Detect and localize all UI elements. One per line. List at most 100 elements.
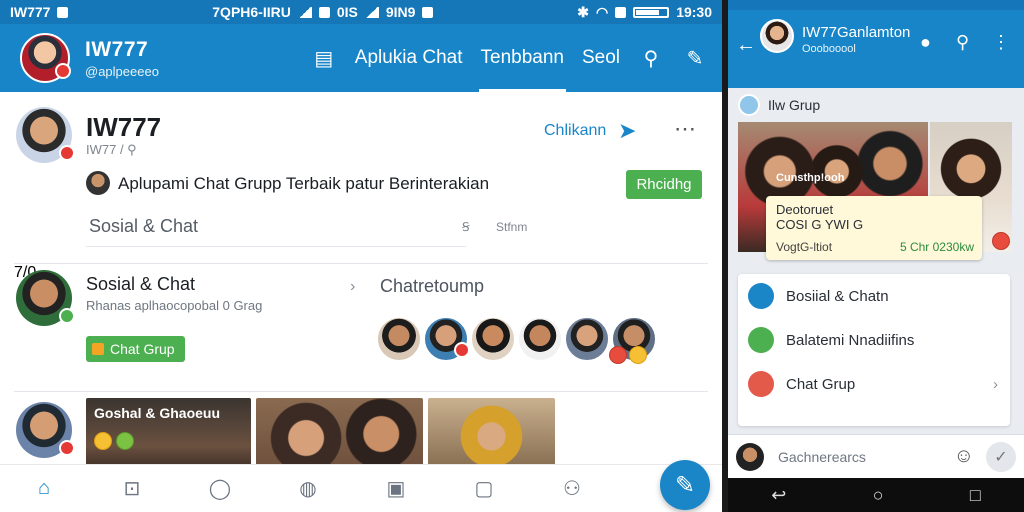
bottom-nav: ⌂ ⊡ ◯ ◍ ▣ ▢ ⚇ (0, 464, 722, 512)
member-avatar[interactable] (470, 316, 516, 362)
card-footer-right: 5 Chr 0230kw (899, 240, 974, 254)
chevron-right-icon[interactable]: › (350, 278, 355, 296)
status-network-text: 7QPH6-IIRU (212, 4, 291, 20)
card-line-1: Deotoruet (776, 202, 834, 217)
explore-icon[interactable]: ◍ (264, 476, 352, 501)
chat-group-chip[interactable]: Chat Grup (86, 336, 185, 362)
app-title: IW777 (85, 37, 149, 61)
member-avatar[interactable] (376, 316, 422, 362)
share-icon[interactable]: ➤ (618, 118, 636, 144)
follow-link[interactable]: Chlikann (544, 122, 606, 140)
menu-item-social-chat[interactable]: Bosiial & Chatn (738, 274, 1010, 318)
group-title[interactable]: Chatretoump (380, 276, 484, 297)
system-back-icon[interactable]: ↩ (771, 485, 786, 506)
post-author-avatar[interactable] (16, 270, 75, 326)
bag-icon[interactable]: ▣ (352, 476, 440, 501)
back-arrow-icon[interactable]: ← (736, 34, 756, 57)
system-home-icon[interactable]: ○ (873, 485, 884, 506)
chat-header: ← IW77Ganlamton Ooobooool ● ⚲ ⋮ (728, 10, 1024, 88)
post-count-b: Stfnm (496, 220, 528, 234)
message-icon[interactable]: ● (920, 32, 931, 53)
compose-fab-icon[interactable]: ✎ (660, 460, 710, 510)
menu-item-notifications[interactable]: Balatemi Nnadiifins (738, 318, 1010, 362)
inbox-icon[interactable]: ⊡ (88, 476, 176, 501)
message-card[interactable]: Deotoruet COSI G YWI G VogtG-ltiot 5 Chr… (766, 196, 982, 260)
post-author-avatar[interactable] (16, 107, 75, 163)
member-avatars[interactable] (376, 316, 657, 364)
mini-avatar (86, 171, 110, 195)
nav-tab-social[interactable]: Seol (582, 24, 620, 92)
more-options-icon[interactable]: ⋯ (674, 116, 696, 142)
chat-icon[interactable]: ◯ (176, 476, 264, 501)
stories-icon[interactable]: ▢ (440, 476, 528, 501)
group-label: Ilw Grup (768, 97, 821, 113)
chevron-right-icon: › (993, 375, 998, 393)
chip-label: Chat Grup (110, 341, 175, 357)
message-compose-bar: Gachnerearcs ☺ ✓ (728, 434, 1024, 478)
chat-menu: Bosiial & Chatn Balatemi Nnadiifins Chat… (738, 274, 1010, 426)
menu-item-chat-group[interactable]: Chat Grup › (738, 362, 1010, 406)
emoji-picker-icon[interactable]: ☺ (954, 445, 974, 468)
profile-icon[interactable]: ⚇ (528, 476, 616, 501)
battery-icon (633, 6, 670, 18)
comment-input[interactable]: Sosial & Chat (86, 207, 466, 247)
system-nav-bar: ↩ ○ □ (728, 478, 1024, 512)
main-app-screen: IW777 7QPH6-IIRU 0IS 9IN9 ✱ ◠ 19:30 IW77… (0, 0, 722, 512)
signal-icon-2 (364, 6, 379, 18)
photo-caption: Goshal & Ghaoeuu (94, 405, 221, 421)
member-avatar[interactable] (517, 316, 563, 362)
feed-post: IW777 IW77 / ⚲ Chlikann ➤ ⋯ Aplupami Cha… (14, 92, 708, 264)
send-icon[interactable]: ✓ (986, 441, 1016, 472)
feed-post: Sosial & Chat Rhanas aplhaocopobal 0 Gra… (14, 264, 708, 392)
status-percent-text: 9IN9 (385, 4, 416, 20)
post-headline: Aplupami Chat Grupp Terbaik patur Berint… (118, 174, 490, 193)
post-title[interactable]: Sosial & Chat (86, 274, 195, 295)
self-avatar (736, 442, 764, 471)
nav-tab-chat-app[interactable]: Aplukia Chat (355, 24, 463, 92)
feed: IW777 IW77 / ⚲ Chlikann ➤ ⋯ Aplupami Cha… (0, 92, 722, 478)
nav-tab-latest[interactable]: Tenbbann (478, 24, 567, 92)
member-avatar[interactable] (423, 316, 470, 362)
search-icon[interactable]: ⚲ (638, 45, 664, 71)
chat-group-icon (748, 371, 774, 397)
alarm-icon (615, 6, 627, 18)
member-avatar[interactable] (564, 316, 610, 362)
notification-icon (57, 6, 69, 18)
group-label-row[interactable]: Ilw Grup (738, 94, 820, 116)
emoji-icon (94, 432, 112, 450)
post-author-avatar[interactable] (16, 402, 75, 458)
group-avatar-icon (738, 94, 760, 116)
chat-avatar[interactable] (760, 19, 794, 53)
post-count-a: Ꞩ (462, 220, 470, 234)
avatar-badge-icon (59, 145, 75, 161)
status-time: 19:30 (676, 4, 712, 20)
search-icon[interactable]: ⚲ (956, 32, 969, 53)
menu-item-label: Balatemi Nnadiifins (786, 331, 915, 349)
chat-subtitle: Ooobooool (802, 43, 856, 55)
reaction-emoji-icon (992, 232, 1010, 250)
right-status-bar (728, 0, 1024, 10)
system-recents-icon[interactable]: □ (970, 485, 981, 506)
more-vert-icon[interactable]: ⋮ (992, 32, 1010, 53)
app-handle: @aplpeeeeo (85, 63, 159, 79)
avatar-badge-icon (59, 440, 75, 456)
status-bar: IW777 7QPH6-IIRU 0IS 9IN9 ✱ ◠ 19:30 (0, 0, 722, 24)
post-author-name[interactable]: IW777 (86, 112, 161, 143)
compose-icon[interactable]: ✎ (682, 45, 708, 71)
menu-item-label: Chat Grup (786, 375, 856, 393)
member-avatar[interactable] (609, 316, 657, 364)
join-button[interactable]: Rhcidhg (626, 170, 702, 199)
message-input[interactable]: Gachnerearcs (778, 449, 954, 465)
app-logo-avatar[interactable] (20, 33, 71, 83)
home-icon[interactable]: ⌂ (0, 477, 88, 500)
post-icon[interactable]: ▤ (311, 45, 337, 71)
status-left-text: IW777 (10, 4, 51, 20)
wifi-icon: ◠ (595, 3, 609, 20)
post-description: Rhanas aplhaocopobal 0 Grag (86, 298, 263, 313)
social-chat-icon (748, 283, 774, 309)
card-footer: VogtG-ltiot (776, 240, 833, 254)
chat-title[interactable]: IW77Ganlamton (802, 24, 910, 41)
sim-icon (318, 6, 330, 18)
angry-emoji-icon (609, 346, 627, 364)
status-wifi-text: 0IS (336, 4, 358, 20)
